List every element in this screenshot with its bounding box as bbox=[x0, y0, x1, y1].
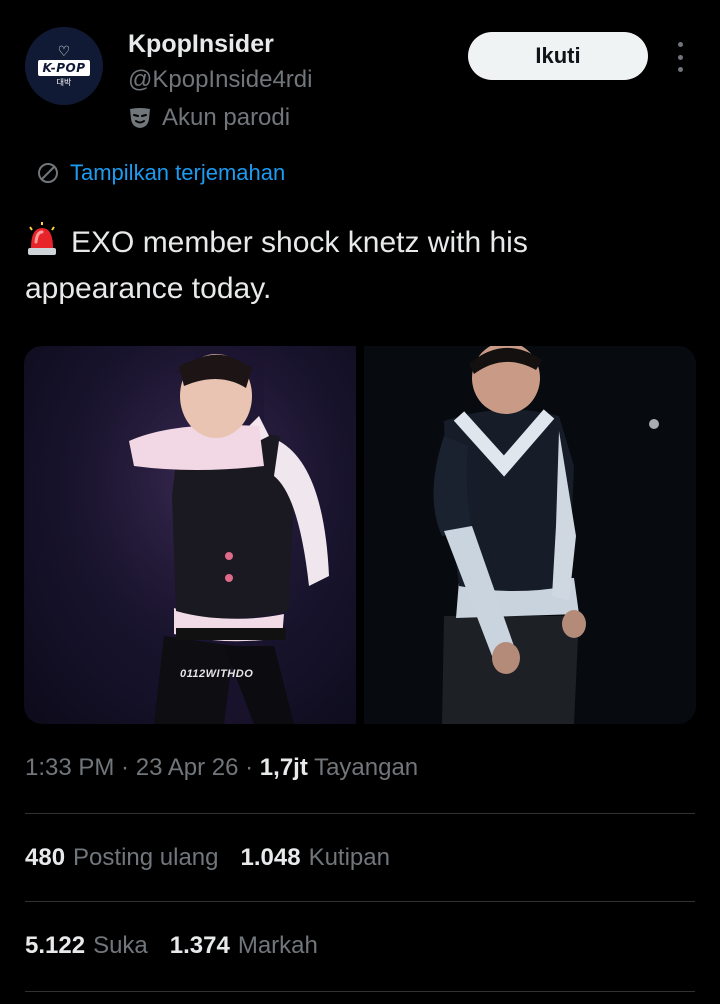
bookmarks-count: 1.374 bbox=[169, 932, 230, 959]
likes-label: Suka bbox=[93, 932, 148, 959]
photo-watermark: 0112WITHDO bbox=[180, 668, 254, 680]
follow-button[interactable]: Ikuti bbox=[468, 32, 648, 80]
avatar[interactable]: ♡ K-POP 대박 bbox=[25, 27, 103, 105]
quotes-stat[interactable]: 1.048 Kutipan bbox=[241, 844, 390, 872]
heart-sparkle-icon: ♡ bbox=[57, 43, 71, 59]
quotes-count: 1.048 bbox=[240, 844, 301, 871]
author-handle[interactable]: @KpopInside4rdi bbox=[128, 66, 312, 94]
meta-separator: · bbox=[238, 754, 260, 781]
media-photo-1[interactable]: 0112WITHDO bbox=[24, 346, 356, 724]
police-light-icon bbox=[28, 222, 56, 255]
tweet-meta: 1:33 PM · 23 Apr 26 · 1,7jt Tayangan bbox=[25, 754, 418, 782]
meta-separator: · bbox=[114, 754, 136, 781]
parody-label: Akun parodi bbox=[128, 104, 290, 132]
quotes-label: Kutipan bbox=[308, 844, 390, 871]
stage-performer-image-2 bbox=[364, 346, 696, 724]
tweet-body-text: EXO member shock knetz with his appearan… bbox=[25, 226, 528, 305]
divider bbox=[25, 991, 695, 992]
reposts-stat[interactable]: 480 Posting ulang bbox=[25, 844, 219, 872]
likes-count: 5.122 bbox=[25, 932, 86, 959]
avatar-logo-subtext: 대박 bbox=[56, 78, 72, 87]
bookmarks-stat[interactable]: 1.374 Markah bbox=[170, 932, 318, 960]
tweet-time[interactable]: 1:33 PM bbox=[25, 754, 114, 781]
translate-label: Tampilkan terjemahan bbox=[70, 160, 286, 185]
reposts-label: Posting ulang bbox=[73, 844, 219, 871]
translate-link[interactable]: Tampilkan terjemahan bbox=[36, 160, 285, 186]
reposts-count: 480 bbox=[25, 844, 66, 871]
avatar-logo-text: K-POP bbox=[38, 60, 90, 76]
theater-mask-icon bbox=[130, 108, 150, 128]
likes-stat[interactable]: 5.122 Suka bbox=[25, 932, 148, 960]
globe-icon bbox=[38, 163, 58, 183]
views-label: Tayangan bbox=[307, 754, 419, 781]
author-name[interactable]: KpopInsider bbox=[128, 30, 274, 59]
tweet-date[interactable]: 23 Apr 26 bbox=[136, 754, 239, 781]
divider bbox=[25, 901, 695, 902]
divider bbox=[25, 813, 695, 814]
views-count: 1,7jt bbox=[259, 754, 308, 781]
more-options-icon[interactable] bbox=[670, 40, 690, 74]
tweet-text: EXO member shock knetz with his appearan… bbox=[25, 220, 685, 312]
engagement-row-1: 480 Posting ulang 1.048 Kutipan bbox=[25, 844, 390, 872]
media-photo-2[interactable] bbox=[364, 346, 696, 724]
parody-text: Akun parodi bbox=[162, 104, 291, 131]
engagement-row-2: 5.122 Suka 1.374 Markah bbox=[25, 932, 318, 960]
media-gallery[interactable]: 0112WITHDO bbox=[24, 346, 696, 724]
bookmarks-label: Markah bbox=[237, 932, 318, 959]
